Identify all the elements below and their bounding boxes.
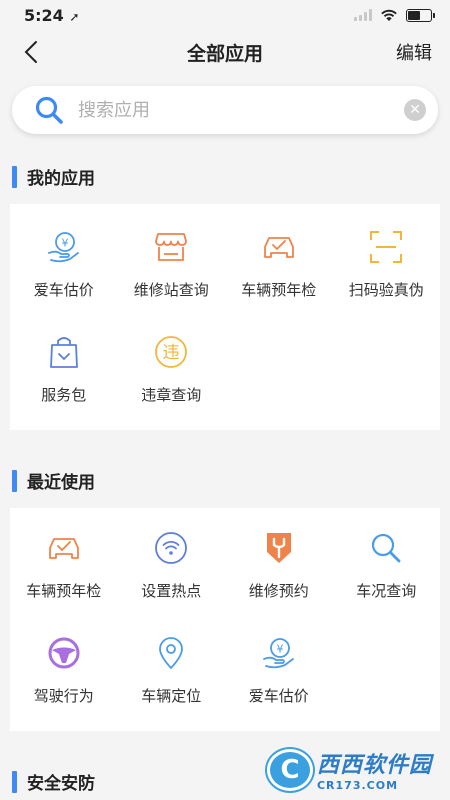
app-label: 维修站查询 xyxy=(133,281,209,299)
app-item-hotspot[interactable]: 设置热点 xyxy=(118,513,226,618)
violation-icon: 违 xyxy=(153,334,189,370)
steering-wheel-icon xyxy=(46,635,82,671)
yuan-hand-icon: ¥ xyxy=(46,229,82,265)
app-item-scan-verify[interactable]: 扫码验真伪 xyxy=(333,212,441,317)
app-item-annual-inspection[interactable]: 车辆预年检 xyxy=(10,513,118,618)
location-arrow-icon: ➚ xyxy=(69,9,80,24)
app-item-car-valuation[interactable]: ¥ 爱车估价 xyxy=(225,618,333,723)
section-marker xyxy=(12,165,17,188)
car-check-icon xyxy=(261,229,297,265)
status-icons xyxy=(354,8,435,22)
my-apps-panel: ¥ 爱车估价 维修站查询 车辆预年检 扫码验真伪 服务包 违 违章查询 xyxy=(10,204,440,430)
search-icon xyxy=(35,96,63,124)
search-icon xyxy=(368,530,404,566)
app-item-service-package[interactable]: 服务包 xyxy=(10,317,118,422)
watermark-sub-text: CR173.COM xyxy=(316,779,399,792)
app-item-car-condition[interactable]: 车况查询 xyxy=(333,513,441,618)
app-item-car-valuation[interactable]: ¥ 爱车估价 xyxy=(10,212,118,317)
violation-glyph: 违 xyxy=(163,343,180,363)
svg-text:¥: ¥ xyxy=(276,643,283,656)
app-item-repair-station[interactable]: 维修站查询 xyxy=(118,212,226,317)
edit-button[interactable]: 编辑 xyxy=(396,39,432,65)
location-pin-icon xyxy=(153,635,189,671)
app-label: 车况查询 xyxy=(356,582,417,600)
battery-icon xyxy=(406,8,435,22)
app-item-vehicle-location[interactable]: 车辆定位 xyxy=(118,618,226,723)
chevron-left-icon xyxy=(24,41,37,63)
search-area: ✕ xyxy=(0,74,450,134)
section-title-my-apps: 我的应用 xyxy=(0,164,450,189)
watermark: C 西西软件园 CR173.COM xyxy=(266,747,432,792)
clear-search-button[interactable]: ✕ xyxy=(404,99,426,121)
app-label: 设置热点 xyxy=(141,582,202,600)
signal-icon xyxy=(354,9,372,21)
page-title: 全部应用 xyxy=(186,42,263,65)
wrench-shield-icon xyxy=(261,530,297,566)
status-bar: 5:24 ➚ xyxy=(0,0,450,30)
hotspot-icon xyxy=(153,530,189,566)
section-title-text: 我的应用 xyxy=(27,169,95,189)
app-label: 服务包 xyxy=(41,386,87,404)
app-item-annual-inspection[interactable]: 车辆预年检 xyxy=(225,212,333,317)
app-item-repair-appointment[interactable]: 维修预约 xyxy=(225,513,333,618)
search-input[interactable] xyxy=(78,99,404,121)
nav-bar: 全部应用 编辑 xyxy=(0,30,450,74)
app-label: 维修预约 xyxy=(248,582,309,600)
yuan-hand-icon: ¥ xyxy=(261,635,297,671)
wifi-icon xyxy=(381,9,397,21)
app-label: 驾驶行为 xyxy=(33,687,94,705)
app-item-violation-query[interactable]: 违 违章查询 xyxy=(118,317,226,422)
app-label: 车辆预年检 xyxy=(26,582,102,600)
close-icon: ✕ xyxy=(409,102,421,118)
app-label: 车辆定位 xyxy=(141,687,202,705)
car-check-icon xyxy=(46,530,82,566)
section-marker xyxy=(12,770,17,793)
shop-icon xyxy=(153,229,189,265)
section-marker xyxy=(12,469,17,492)
section-title-text: 最近使用 xyxy=(27,473,95,493)
app-label: 爱车估价 xyxy=(248,687,309,705)
app-item-driving-behavior[interactable]: 驾驶行为 xyxy=(10,618,118,723)
watermark-main-text: 西西软件园 xyxy=(316,753,432,778)
back-button[interactable] xyxy=(24,38,52,66)
scan-icon xyxy=(368,229,404,265)
recent-apps-panel: 车辆预年检 设置热点 维修预约 车况查询 驾驶行为 车辆定位 ¥ 爱车估价 xyxy=(10,508,440,731)
section-title-recent: 最近使用 xyxy=(0,468,450,493)
time-text: 5:24 xyxy=(24,5,64,25)
watermark-text: 西西软件园 CR173.COM xyxy=(317,747,432,792)
app-label: 爱车估价 xyxy=(33,281,94,299)
search-bar[interactable]: ✕ xyxy=(12,86,438,134)
app-label: 违章查询 xyxy=(141,386,202,404)
watermark-logo-icon: C xyxy=(266,748,313,791)
section-title-text: 安全安防 xyxy=(27,774,95,794)
bag-icon xyxy=(46,334,82,370)
svg-text:¥: ¥ xyxy=(61,237,68,250)
app-label: 车辆预年检 xyxy=(241,281,317,299)
status-time: 5:24 ➚ xyxy=(24,6,79,25)
app-label: 扫码验真伪 xyxy=(348,281,424,299)
